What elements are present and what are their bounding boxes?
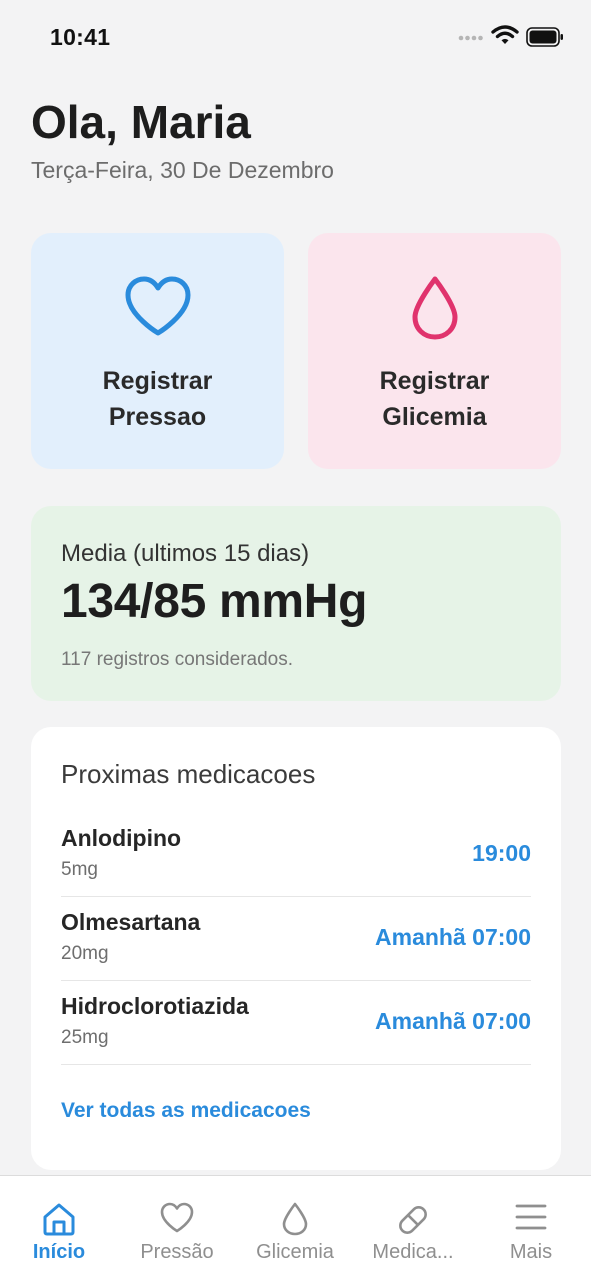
pressure-average-card: Media (ultimos 15 dias) 134/85 mmHg 117 … <box>31 506 561 701</box>
tab-pressao[interactable]: Pressão <box>118 1176 236 1280</box>
register-pressure-button[interactable]: Registrar Pressao <box>31 233 284 469</box>
tab-inicio[interactable]: Início <box>0 1176 118 1280</box>
tab-label: Pressão <box>140 1241 214 1263</box>
average-value: 134/85 mmHg <box>61 575 368 628</box>
battery-icon <box>526 27 563 47</box>
bottom-tab-bar: Início Pressão Glicemia Medica... Mais <box>0 1175 591 1280</box>
medication-name: Anlodipino <box>61 825 182 851</box>
heart-icon <box>160 1202 194 1233</box>
tab-glicemia[interactable]: Glicemia <box>236 1176 354 1280</box>
register-glucose-button[interactable]: Registrar Glicemia <box>308 233 561 469</box>
medication-row[interactable]: Hidroclorotiazida 25mg Amanhã 07:00 <box>61 981 531 1065</box>
tab-label: Medica... <box>372 1241 454 1263</box>
cellular-signal-icon <box>458 35 483 41</box>
current-date: Terça-Feira, 30 De Dezembro <box>31 157 334 183</box>
tab-label: Mais <box>509 1241 553 1263</box>
tab-label: Início <box>32 1241 86 1263</box>
medication-row[interactable]: Olmesartana 20mg Amanhã 07:00 <box>61 897 531 981</box>
average-title: Media (ultimos 15 dias) <box>61 540 310 567</box>
wifi-icon <box>491 25 519 44</box>
register-glucose-label: Registrar Glicemia <box>379 367 490 431</box>
medication-dose: 25mg <box>61 1027 109 1048</box>
status-time: 10:41 <box>50 24 111 50</box>
drop-icon <box>412 276 457 340</box>
see-all-medications-link[interactable]: Ver todas as medicacoes <box>61 1099 311 1123</box>
medication-dose: 5mg <box>61 859 98 880</box>
register-pressure-label: Registrar Pressao <box>102 367 213 431</box>
drop-icon <box>282 1202 308 1236</box>
status-bar: 10:41 <box>0 0 591 75</box>
menu-icon <box>515 1204 547 1230</box>
medications-title: Proximas medicacoes <box>61 759 316 789</box>
home-icon <box>43 1203 75 1236</box>
medication-name: Olmesartana <box>61 909 201 935</box>
tab-label: Glicemia <box>256 1241 334 1263</box>
medication-row[interactable]: Anlodipino 5mg 19:00 <box>61 813 531 897</box>
heart-icon <box>125 276 190 336</box>
medication-time: 19:00 <box>472 840 531 866</box>
average-records-count: 117 registros considerados. <box>61 649 293 670</box>
greeting-title: Ola, Maria <box>31 96 251 148</box>
medication-name: Hidroclorotiazida <box>61 993 249 1019</box>
home-screen: 10:41 Ola, Maria Terça-Feira, 30 De Deze… <box>0 0 591 1280</box>
medication-time: Amanhã 07:00 <box>375 1008 531 1034</box>
pill-icon <box>399 1206 427 1234</box>
tab-medicacoes[interactable]: Medica... <box>354 1176 472 1280</box>
tab-mais[interactable]: Mais <box>472 1176 590 1280</box>
medications-list: Anlodipino 5mg 19:00 Olmesartana 20mg Am… <box>61 813 531 1065</box>
upcoming-medications-card: Proximas medicacoes Anlodipino 5mg 19:00… <box>31 727 561 1170</box>
medication-time: Amanhã 07:00 <box>375 924 531 950</box>
medication-dose: 20mg <box>61 943 109 964</box>
